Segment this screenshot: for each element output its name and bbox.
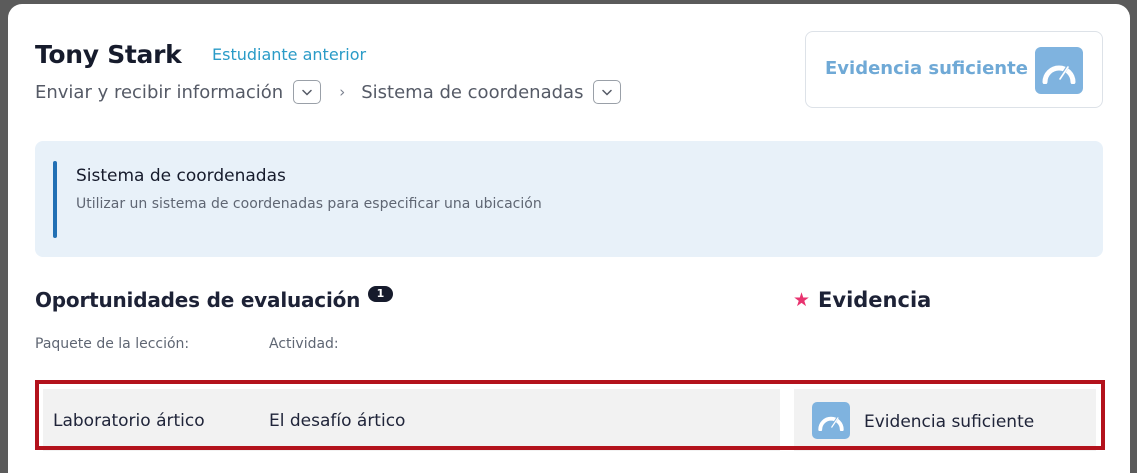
gauge-icon [1035, 47, 1083, 94]
evidence-heading-label: Evidencia [818, 288, 932, 312]
assessment-section-title: Oportunidades de evaluación [35, 288, 361, 312]
unit-dropdown-button[interactable] [293, 80, 322, 104]
chevron-down-icon [602, 89, 613, 96]
breadcrumb-unit: Enviar y recibir información [35, 81, 284, 103]
info-accent-bar [53, 161, 57, 238]
evidence-column-heading: ★ Evidencia [793, 288, 931, 312]
standard-info-box: Sistema de coordenadas Utilizar un siste… [35, 141, 1103, 257]
row-highlight-frame [35, 380, 1105, 450]
student-name: Tony Stark [35, 40, 182, 69]
standard-title: Sistema de coordenadas [76, 166, 286, 186]
student-evidence-modal: Tony Stark Estudiante anterior Enviar y … [8, 4, 1130, 473]
breadcrumb-standard: Sistema de coordenadas [361, 81, 584, 103]
breadcrumb: Enviar y recibir información › Sistema d… [35, 80, 622, 104]
previous-student-link[interactable]: Estudiante anterior [212, 45, 366, 64]
column-header-activity: Actividad: [269, 336, 339, 352]
breadcrumb-separator: › [339, 83, 346, 101]
overall-evidence-card: Evidencia suficiente [805, 31, 1103, 108]
overall-evidence-label: Evidencia suficiente [825, 58, 1028, 79]
chevron-down-icon [302, 89, 312, 96]
column-header-lesson-package: Paquete de la lección: [35, 336, 190, 352]
star-icon: ★ [793, 289, 811, 311]
standard-dropdown-button[interactable] [593, 80, 622, 104]
assessment-count-badge: 1 [368, 286, 393, 302]
standard-description: Utilizar un sistema de coordenadas para … [76, 196, 542, 212]
